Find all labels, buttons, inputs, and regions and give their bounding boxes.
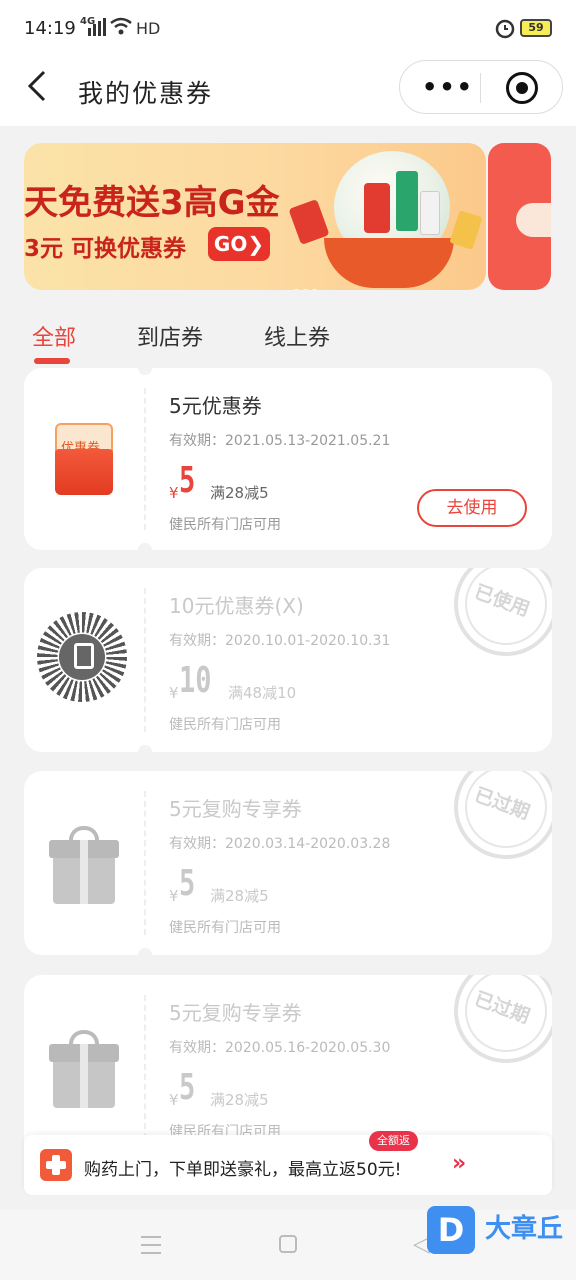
gold-envelope-icon — [449, 210, 483, 250]
coupon-name: 5元优惠券 — [169, 394, 262, 418]
coupon-scope: 健民所有门店可用 — [169, 717, 281, 733]
coupon-card[interactable]: 10元优惠券(X) 有效期：2020.10.01-2020.10.31 ¥ 10… — [24, 568, 552, 752]
battery-icon: 59 — [520, 19, 552, 37]
tab-online[interactable]: 线上券 — [264, 320, 330, 352]
coupon-validity: 有效期：2020.05.16-2020.05.30 — [169, 1040, 391, 1056]
active-tab-indicator — [34, 358, 70, 364]
banner-peek-graphic — [516, 203, 551, 237]
coupon-condition: 满28减5 — [210, 1091, 269, 1109]
product-image — [420, 191, 440, 235]
tab-all[interactable]: 全部 — [32, 320, 76, 352]
coupon-validity: 有效期：2020.03.14-2020.03.28 — [169, 836, 391, 852]
home-icon[interactable] — [279, 1235, 297, 1253]
next-banner-peek[interactable] — [488, 143, 551, 290]
signal-icon — [88, 18, 106, 36]
coupon-card[interactable]: 5元复购专享券 有效期：2020.05.16-2020.05.30 ¥ 5 满2… — [24, 975, 552, 1159]
product-image — [396, 171, 418, 231]
coupon-name: 5元复购专享券 — [169, 797, 302, 821]
watermark-text: 大章丘 — [485, 1214, 564, 1244]
carousel-indicator — [294, 277, 321, 290]
status-time: 14:19 — [24, 18, 76, 39]
coupon-scope: 健民所有门店可用 — [169, 517, 281, 533]
card-notch — [138, 745, 152, 759]
coupon-amount: 10 — [179, 660, 212, 701]
expired-stamp: 已过期 — [454, 771, 552, 859]
page-title: 我的优惠券 — [78, 79, 214, 108]
promo-text: 购药上门，下单即送豪礼，最高立返50元! — [84, 1160, 402, 1180]
card-notch — [138, 543, 152, 557]
wifi-icon — [110, 17, 132, 35]
coupon-card[interactable]: 5元复购专享券 有效期：2020.03.14-2020.03.28 ¥ 5 满2… — [24, 771, 552, 955]
coupon-name: 10元优惠券(X) — [169, 594, 304, 618]
used-stamp: 已使用 — [454, 568, 552, 656]
product-image — [364, 183, 390, 233]
medicine-kit-icon — [40, 1149, 72, 1181]
coupon-validity: 有效期：2021.05.13-2021.05.21 — [169, 433, 391, 449]
expired-stamp: 已过期 — [454, 975, 552, 1063]
currency-symbol: ¥ — [169, 1091, 179, 1109]
currency-symbol: ¥ — [169, 484, 179, 502]
qr-code-icon — [37, 612, 127, 702]
promo-banner[interactable]: 天免费送3高G金 3元 可换优惠券 GO❯ — [24, 143, 486, 290]
bowl-image — [324, 238, 454, 288]
coupon-condition: 满48减10 — [228, 684, 297, 702]
currency-symbol: ¥ — [169, 887, 179, 905]
more-menu-button[interactable]: ••• — [422, 73, 474, 101]
coupon-validity: 有效期：2020.10.01-2020.10.31 — [169, 633, 391, 649]
tab-in-store[interactable]: 到店券 — [137, 320, 203, 352]
coupon-scope: 健民所有门店可用 — [169, 920, 281, 936]
coupon-condition: 满28减5 — [210, 887, 269, 905]
promo-bar[interactable]: 购药上门，下单即送豪礼，最高立返50元! 全额返 » — [24, 1131, 552, 1195]
watermark: D 大章丘 — [427, 1206, 575, 1258]
coupon-name: 5元复购专享券 — [169, 1001, 302, 1025]
gift-box-icon — [49, 1030, 119, 1108]
card-divider — [144, 588, 146, 732]
menu-icon[interactable] — [141, 1236, 161, 1254]
currency-symbol: ¥ — [169, 684, 179, 702]
capsule-divider — [480, 73, 481, 103]
banner-go-button[interactable]: GO❯ — [208, 227, 270, 261]
gift-box-icon — [49, 826, 119, 904]
mini-program-capsule: ••• — [399, 60, 563, 114]
chevron-left-icon[interactable] — [26, 70, 48, 102]
coupon-amount: 5 — [179, 863, 196, 904]
hd-indicator: HD — [136, 19, 161, 38]
card-divider — [144, 388, 146, 530]
use-coupon-button[interactable]: 去使用 — [417, 489, 527, 527]
coupon-ticket-icon: 优惠券 — [55, 423, 113, 495]
card-divider — [144, 791, 146, 935]
close-target-icon[interactable] — [506, 72, 538, 104]
double-chevron-right-icon[interactable]: » — [452, 1151, 466, 1176]
coupon-amount: 5 — [179, 1067, 196, 1108]
watermark-logo: D — [427, 1206, 475, 1254]
card-notch — [138, 361, 152, 375]
card-notch — [138, 948, 152, 962]
banner-subline: 3元 可换优惠券 — [24, 236, 187, 262]
coupon-card[interactable]: 优惠券 5元优惠券 有效期：2021.05.13-2021.05.21 ¥ 5 … — [24, 368, 552, 550]
status-bar: 14:19 4G HD 59 — [0, 0, 576, 56]
coupon-condition: 满28减5 — [210, 484, 269, 502]
nav-bar: 我的优惠券 ••• — [0, 56, 576, 126]
alarm-icon — [495, 19, 515, 39]
banner-headline: 天免费送3高G金 — [24, 183, 280, 223]
card-divider — [144, 995, 146, 1139]
promo-badge: 全额返 — [369, 1131, 418, 1151]
coupon-amount: 5 — [179, 460, 196, 501]
